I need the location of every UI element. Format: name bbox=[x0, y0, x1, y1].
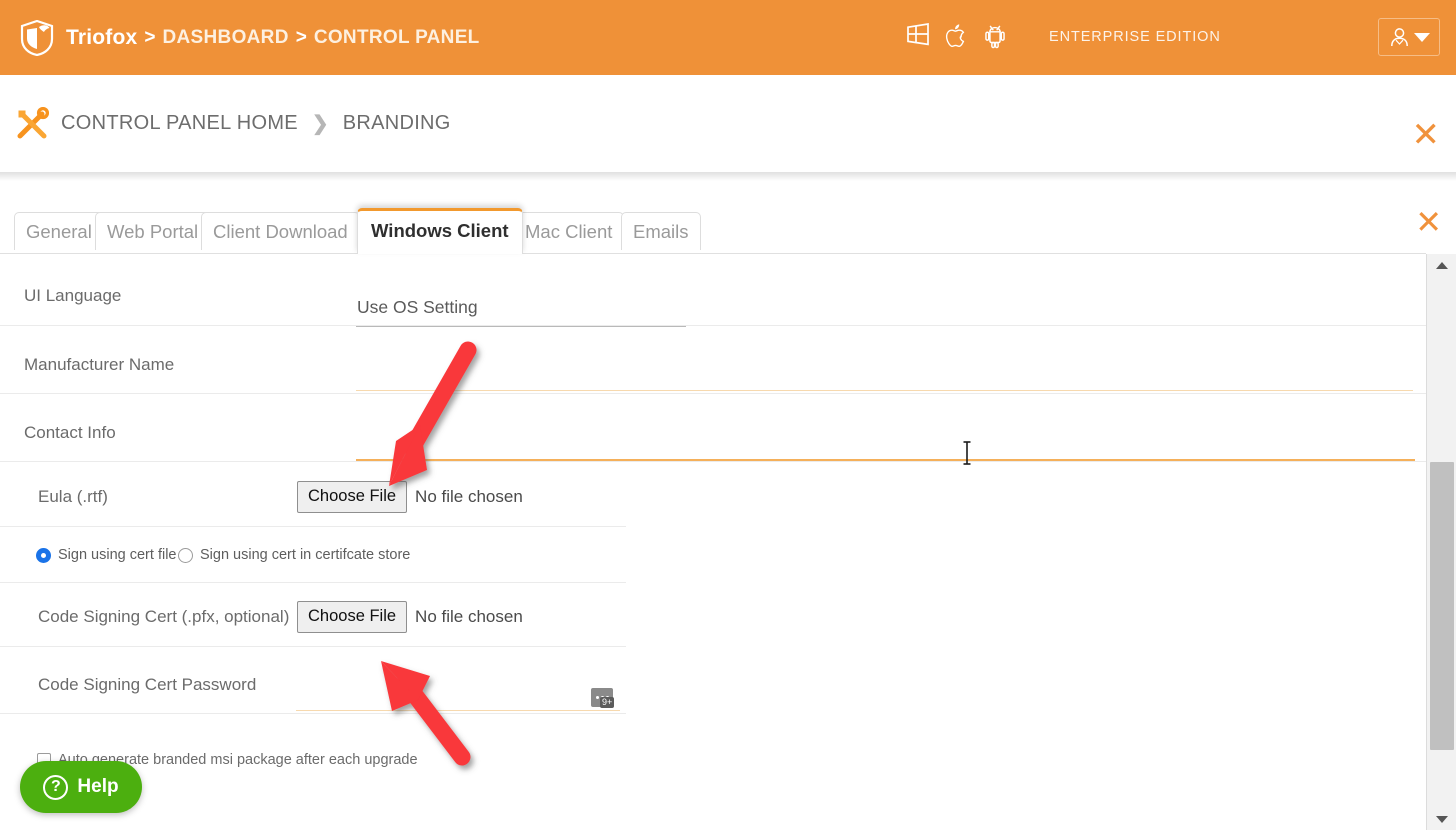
text-cursor-icon bbox=[963, 441, 971, 465]
header-separator-1: > bbox=[144, 26, 156, 48]
chevron-down-icon bbox=[1413, 32, 1430, 42]
branding-tabs: General Web Portal Client Download Windo… bbox=[0, 196, 1456, 254]
manufacturer-name-underline bbox=[356, 390, 1413, 391]
manufacturer-name-label: Manufacturer Name bbox=[24, 355, 175, 374]
android-icon[interactable] bbox=[983, 21, 1009, 51]
code-signing-cert-file-status: No file chosen bbox=[415, 607, 523, 626]
row-code-signing-cert: Code Signing Cert (.pfx, optional) Choos… bbox=[0, 583, 626, 647]
scrollbar-thumb[interactable] bbox=[1430, 462, 1454, 750]
eula-label: Eula (.rtf) bbox=[38, 487, 108, 506]
branding-control-panel-page: Triofox > DASHBOARD > CONTROL PANEL ENTE… bbox=[0, 0, 1456, 830]
radio-cert-store-input[interactable] bbox=[178, 547, 193, 563]
row-code-signing-password: Code Signing Cert Password bbox=[0, 647, 626, 714]
eula-file-status: No file chosen bbox=[415, 487, 523, 506]
pw-dot-1 bbox=[595, 696, 599, 699]
radio-cert-file-label: Sign using cert file bbox=[58, 547, 177, 563]
help-button[interactable]: ? Help bbox=[20, 761, 142, 813]
tab-web-portal[interactable]: Web Portal bbox=[95, 212, 211, 250]
breadcrumb-shadow bbox=[0, 173, 1456, 181]
code-signing-password-label: Code Signing Cert Password bbox=[38, 675, 257, 694]
eula-choose-file-button[interactable]: Choose File bbox=[297, 481, 408, 513]
edition-label: ENTERPRISE EDITION bbox=[1049, 29, 1221, 45]
scrollbar-down-button[interactable] bbox=[1427, 808, 1456, 830]
close-page-button[interactable]: ✕ bbox=[1412, 118, 1441, 152]
ui-language-value[interactable]: Use OS Setting bbox=[357, 297, 478, 318]
row-manufacturer-name: Manufacturer Name bbox=[0, 327, 1426, 394]
header-separator-2: > bbox=[295, 26, 307, 48]
radio-sign-using-cert-store[interactable]: Sign using cert in certifcate store bbox=[178, 547, 410, 563]
tab-mac-client[interactable]: Mac Client bbox=[513, 212, 625, 250]
radio-cert-store-label: Sign using cert in certifcate store bbox=[200, 547, 411, 563]
scrollbar-up-button[interactable] bbox=[1427, 254, 1456, 276]
row-ui-language: UI Language Use OS Setting bbox=[0, 254, 1426, 327]
tab-client-download[interactable]: Client Download bbox=[201, 212, 360, 250]
triangle-down-icon bbox=[1436, 815, 1448, 823]
breadcrumb-home-link[interactable]: CONTROL PANEL HOME bbox=[61, 112, 298, 135]
page-breadcrumb-bar: CONTROL PANEL HOME ❯ BRANDING bbox=[0, 75, 1456, 173]
radio-cert-file-input[interactable] bbox=[36, 547, 51, 563]
os-download-icons bbox=[905, 21, 1009, 51]
brand-name: Triofox bbox=[66, 25, 138, 49]
top-header-bar: Triofox > DASHBOARD > CONTROL PANEL ENTE… bbox=[0, 0, 1456, 75]
ui-language-label: UI Language bbox=[24, 286, 122, 305]
row-sign-options: Sign using cert file Sign using cert in … bbox=[0, 527, 626, 583]
eula-file-picker: Choose File No file chosen bbox=[297, 481, 523, 513]
password-manager-count-badge: 9+ bbox=[600, 697, 615, 708]
user-menu-button[interactable] bbox=[1378, 18, 1440, 56]
code-signing-cert-label: Code Signing Cert (.pfx, optional) bbox=[38, 607, 290, 626]
tab-windows-client[interactable]: Windows Client bbox=[357, 208, 523, 254]
tab-emails[interactable]: Emails bbox=[621, 212, 701, 250]
windows-icon[interactable] bbox=[905, 21, 931, 51]
contact-info-underline-focused bbox=[356, 459, 1415, 461]
branding-form-body: UI Language Use OS Setting Manufacturer … bbox=[0, 254, 1426, 830]
contact-info-label: Contact Info bbox=[24, 423, 116, 442]
tab-general[interactable]: General bbox=[14, 212, 104, 250]
content-scrollbar[interactable] bbox=[1426, 254, 1456, 830]
triofox-logo-icon bbox=[20, 19, 54, 56]
brand-breadcrumb: Triofox > DASHBOARD > CONTROL PANEL bbox=[20, 19, 480, 56]
code-signing-cert-choose-file-button[interactable]: Choose File bbox=[297, 601, 408, 633]
code-signing-password-underline bbox=[296, 710, 620, 711]
code-signing-cert-file-picker: Choose File No file chosen bbox=[297, 601, 523, 633]
breadcrumb-arrow-icon: ❯ bbox=[311, 113, 329, 135]
help-button-label: Help bbox=[77, 776, 119, 797]
user-avatar-icon bbox=[1389, 26, 1410, 48]
breadcrumb-current-page: BRANDING bbox=[342, 112, 451, 134]
question-mark-icon: ? bbox=[43, 774, 69, 800]
apple-icon[interactable] bbox=[944, 21, 970, 51]
row-eula: Eula (.rtf) Choose File No file chosen bbox=[0, 463, 626, 527]
header-crumb-dashboard[interactable]: DASHBOARD bbox=[163, 27, 289, 49]
triangle-up-icon bbox=[1436, 261, 1448, 269]
header-crumb-control-panel[interactable]: CONTROL PANEL bbox=[314, 27, 480, 49]
row-contact-info: Contact Info bbox=[0, 395, 1426, 462]
tools-icon bbox=[15, 106, 50, 141]
radio-sign-using-cert-file[interactable]: Sign using cert file bbox=[36, 547, 176, 563]
